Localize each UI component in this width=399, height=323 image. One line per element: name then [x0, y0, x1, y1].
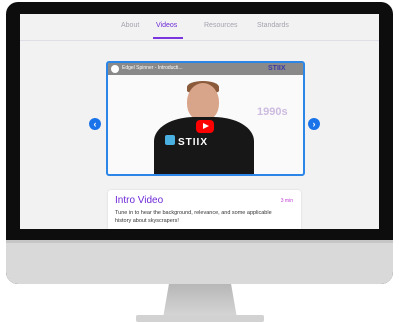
- monitor-chin-lip: [6, 240, 393, 243]
- brand-logo-text: STIIX: [268, 65, 286, 72]
- youtube-play-icon[interactable]: [196, 120, 214, 133]
- monitor-stand-neck: [163, 284, 237, 318]
- video-card: Intro Video 3 min Tune in to hear the ba…: [108, 190, 301, 229]
- monitor-stand-base: [136, 315, 264, 322]
- shirt-logo-text: STIIX: [178, 137, 209, 148]
- video-duration-badge: 3 min: [280, 198, 293, 204]
- video-card-description: Tune in to hear the background, relevanc…: [115, 210, 272, 224]
- tab-videos[interactable]: Videos: [156, 22, 177, 29]
- video-title[interactable]: Edgel Spinner - Introducti...: [122, 65, 183, 71]
- tab-standards[interactable]: Standards: [257, 22, 289, 29]
- shirt-logo-icon: [165, 135, 175, 145]
- channel-avatar: [111, 65, 119, 73]
- video-title-bar: Edgel Spinner - Introducti... STIIX: [108, 63, 303, 75]
- year-overlay: 1990s: [257, 106, 288, 118]
- play-triangle-icon: [203, 123, 209, 129]
- active-tab-indicator: [153, 37, 183, 39]
- tab-resources[interactable]: Resources: [204, 22, 237, 29]
- video-player[interactable]: STIIX 1990s Edgel Spinner - Introducti..…: [106, 61, 305, 176]
- chevron-right-icon[interactable]: ›: [308, 118, 320, 130]
- person-head: [187, 83, 219, 121]
- chevron-left-icon[interactable]: ‹: [89, 118, 101, 130]
- tab-bar: About Videos Resources Standards: [20, 14, 379, 41]
- video-card-title: Intro Video: [115, 195, 164, 206]
- screen: About Videos Resources Standards ‹ STIIX…: [20, 14, 379, 229]
- monitor-chin: [6, 240, 393, 284]
- tab-about[interactable]: About: [121, 22, 139, 29]
